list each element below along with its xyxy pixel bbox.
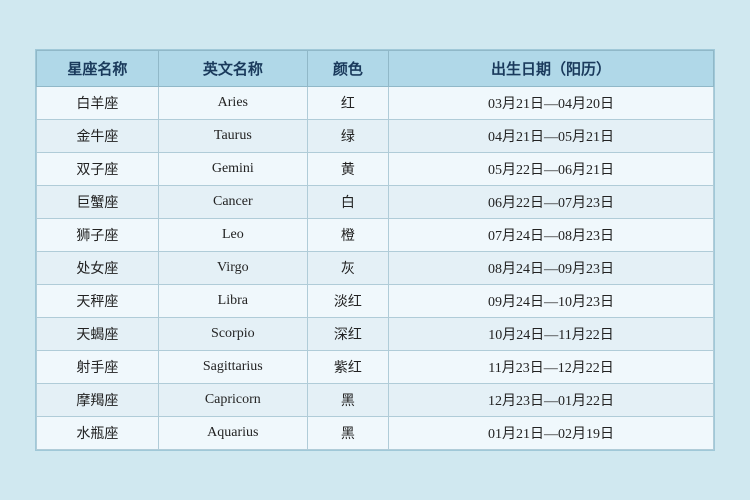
- table-row: 狮子座Leo橙07月24日—08月23日: [37, 219, 714, 252]
- zodiac-table: 星座名称 英文名称 颜色 出生日期（阳历） 白羊座Aries红03月21日—04…: [36, 50, 714, 450]
- cell-color: 深红: [307, 318, 388, 351]
- cell-color: 淡红: [307, 285, 388, 318]
- cell-color: 黑: [307, 384, 388, 417]
- cell-date: 05月22日—06月21日: [389, 153, 714, 186]
- cell-english: Libra: [158, 285, 307, 318]
- table-row: 白羊座Aries红03月21日—04月20日: [37, 87, 714, 120]
- cell-chinese: 水瓶座: [37, 417, 159, 450]
- cell-chinese: 白羊座: [37, 87, 159, 120]
- cell-color: 白: [307, 186, 388, 219]
- header-chinese: 星座名称: [37, 51, 159, 87]
- cell-chinese: 狮子座: [37, 219, 159, 252]
- cell-color: 橙: [307, 219, 388, 252]
- table-row: 摩羯座Capricorn黑12月23日—01月22日: [37, 384, 714, 417]
- cell-date: 08月24日—09月23日: [389, 252, 714, 285]
- cell-english: Capricorn: [158, 384, 307, 417]
- cell-english: Cancer: [158, 186, 307, 219]
- header-date: 出生日期（阳历）: [389, 51, 714, 87]
- cell-english: Virgo: [158, 252, 307, 285]
- cell-chinese: 双子座: [37, 153, 159, 186]
- cell-chinese: 处女座: [37, 252, 159, 285]
- cell-english: Sagittarius: [158, 351, 307, 384]
- cell-color: 绿: [307, 120, 388, 153]
- cell-date: 10月24日—11月22日: [389, 318, 714, 351]
- table-row: 水瓶座Aquarius黑01月21日—02月19日: [37, 417, 714, 450]
- cell-date: 04月21日—05月21日: [389, 120, 714, 153]
- cell-color: 红: [307, 87, 388, 120]
- cell-chinese: 金牛座: [37, 120, 159, 153]
- cell-date: 07月24日—08月23日: [389, 219, 714, 252]
- cell-english: Gemini: [158, 153, 307, 186]
- cell-color: 灰: [307, 252, 388, 285]
- table-header-row: 星座名称 英文名称 颜色 出生日期（阳历）: [37, 51, 714, 87]
- cell-date: 11月23日—12月22日: [389, 351, 714, 384]
- cell-english: Aries: [158, 87, 307, 120]
- cell-chinese: 天蝎座: [37, 318, 159, 351]
- cell-color: 黄: [307, 153, 388, 186]
- cell-date: 03月21日—04月20日: [389, 87, 714, 120]
- cell-english: Scorpio: [158, 318, 307, 351]
- cell-chinese: 天秤座: [37, 285, 159, 318]
- cell-english: Aquarius: [158, 417, 307, 450]
- cell-date: 12月23日—01月22日: [389, 384, 714, 417]
- header-english: 英文名称: [158, 51, 307, 87]
- cell-chinese: 巨蟹座: [37, 186, 159, 219]
- table-row: 巨蟹座Cancer白06月22日—07月23日: [37, 186, 714, 219]
- cell-date: 09月24日—10月23日: [389, 285, 714, 318]
- zodiac-table-container: 星座名称 英文名称 颜色 出生日期（阳历） 白羊座Aries红03月21日—04…: [35, 49, 715, 451]
- table-body: 白羊座Aries红03月21日—04月20日金牛座Taurus绿04月21日—0…: [37, 87, 714, 450]
- table-row: 处女座Virgo灰08月24日—09月23日: [37, 252, 714, 285]
- cell-date: 01月21日—02月19日: [389, 417, 714, 450]
- cell-english: Leo: [158, 219, 307, 252]
- table-row: 天秤座Libra淡红09月24日—10月23日: [37, 285, 714, 318]
- table-row: 天蝎座Scorpio深红10月24日—11月22日: [37, 318, 714, 351]
- table-row: 射手座Sagittarius紫红11月23日—12月22日: [37, 351, 714, 384]
- table-row: 金牛座Taurus绿04月21日—05月21日: [37, 120, 714, 153]
- cell-chinese: 摩羯座: [37, 384, 159, 417]
- cell-english: Taurus: [158, 120, 307, 153]
- cell-chinese: 射手座: [37, 351, 159, 384]
- cell-color: 紫红: [307, 351, 388, 384]
- header-color: 颜色: [307, 51, 388, 87]
- cell-color: 黑: [307, 417, 388, 450]
- table-row: 双子座Gemini黄05月22日—06月21日: [37, 153, 714, 186]
- cell-date: 06月22日—07月23日: [389, 186, 714, 219]
